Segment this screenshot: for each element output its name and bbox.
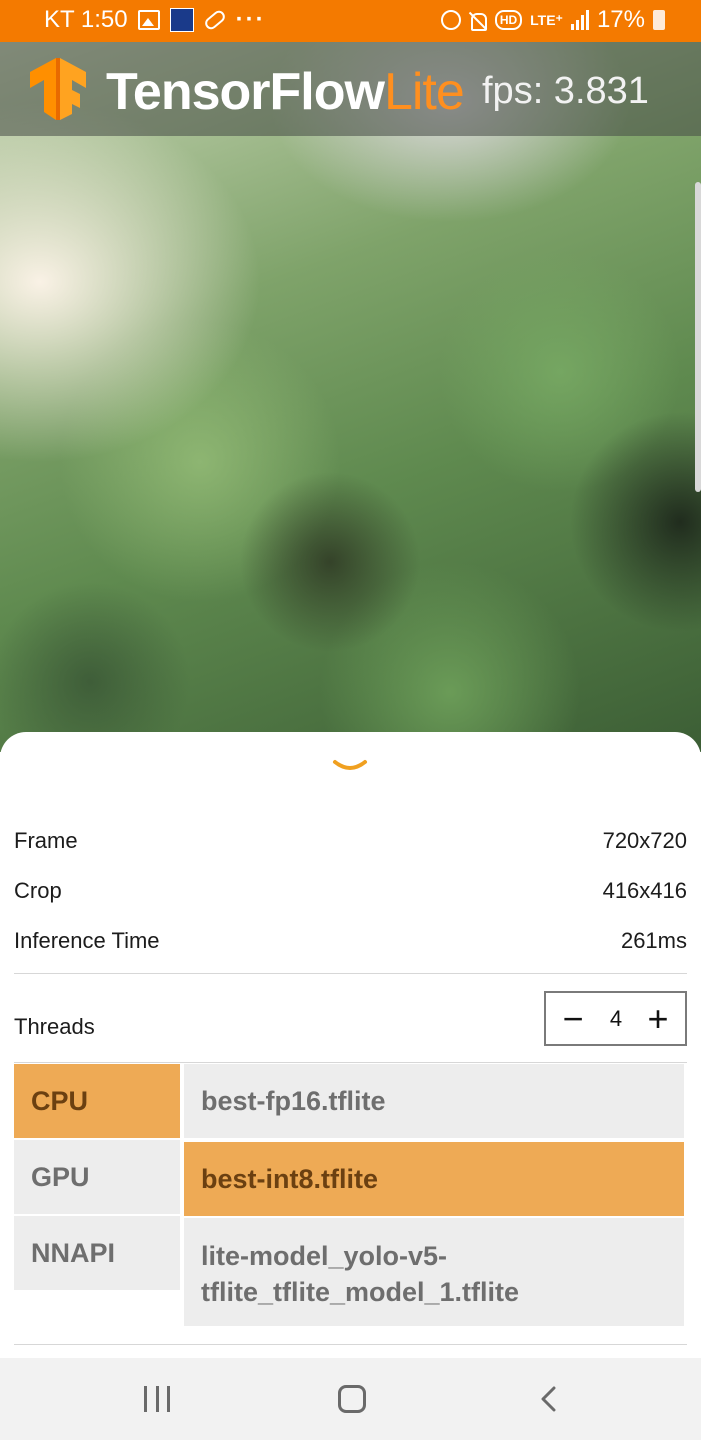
frame-value: 720x720: [602, 828, 687, 853]
pill-icon: [202, 8, 227, 32]
crop-label: Crop: [14, 878, 62, 903]
hd-icon: HD: [494, 10, 523, 30]
more-notifications-icon: ···: [235, 6, 266, 33]
model-option-yolo-line1: lite-model_yolo-v5-: [201, 1241, 448, 1271]
app-header: TensorFlowLite fps: 3.831: [0, 42, 701, 136]
model-option-yolo-line2: tflite_tflite_model_1.tflite: [201, 1277, 520, 1307]
recent-apps-icon[interactable]: [144, 1386, 170, 1412]
device-option-gpu[interactable]: GPU: [14, 1140, 180, 1214]
battery-icon: [653, 10, 665, 30]
brand-secondary: Lite: [383, 63, 465, 121]
decrement-button[interactable]: −: [548, 993, 598, 1044]
camera-preview: [0, 42, 701, 752]
device-option-nnapi[interactable]: NNAPI: [14, 1216, 180, 1290]
navigation-bar: [0, 1358, 701, 1440]
carrier-time: KT 1:50: [44, 6, 128, 34]
status-left: KT 1:50 ···: [44, 6, 266, 34]
app-notification-icon: [169, 8, 194, 32]
carrier-label: KT: [44, 6, 75, 33]
inference-label: Inference Time: [14, 928, 160, 953]
scrollbar[interactable]: [695, 182, 701, 492]
status-bar: KT 1:50 ··· HD LTE⁺ 17%: [0, 0, 701, 42]
tensorflow-logo-icon: [30, 58, 86, 120]
battery-percent: 17%: [596, 6, 645, 33]
device-option-cpu[interactable]: CPU: [14, 1064, 180, 1138]
fps-readout: fps: 3.831: [482, 70, 649, 112]
model-option-int8[interactable]: best-int8.tflite: [184, 1142, 684, 1216]
inference-value: 261ms: [620, 928, 687, 953]
back-icon[interactable]: [538, 1386, 560, 1412]
status-right: HD LTE⁺ 17%: [440, 6, 665, 34]
alarm-icon: [440, 10, 461, 30]
chevron-down-icon[interactable]: [332, 756, 368, 776]
bottom-sheet: Frame 720x720 Crop 416x416 Inference Tim…: [0, 732, 701, 1358]
divider: [14, 1062, 687, 1063]
model-option-yolo[interactable]: lite-model_yolo-v5- tflite_tflite_model_…: [184, 1218, 684, 1326]
threads-stepper: − 4 +: [544, 991, 687, 1046]
crop-value: 416x416: [602, 878, 687, 903]
clock: 1:50: [80, 6, 128, 33]
mute-icon: [469, 11, 487, 31]
brand-primary: TensorFlow: [106, 63, 385, 121]
divider: [14, 973, 687, 974]
signal-icon: [570, 10, 589, 30]
threads-value: 4: [609, 1006, 623, 1031]
frame-label: Frame: [14, 828, 78, 853]
lte-icon: LTE⁺: [530, 11, 563, 28]
image-icon: [137, 10, 160, 30]
app-title: TensorFlowLite: [106, 62, 465, 122]
home-icon[interactable]: [338, 1385, 366, 1413]
threads-label: Threads: [14, 1014, 95, 1039]
divider: [14, 1344, 687, 1345]
model-option-fp16[interactable]: best-fp16.tflite: [184, 1064, 684, 1138]
increment-button[interactable]: +: [633, 993, 683, 1044]
